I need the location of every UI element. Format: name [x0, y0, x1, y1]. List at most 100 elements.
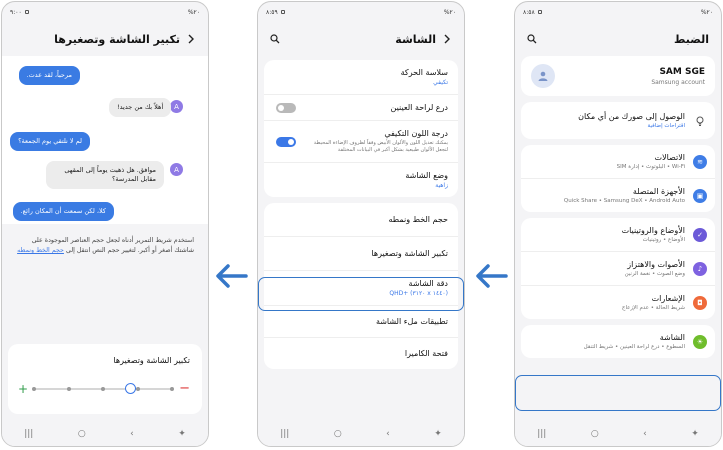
item-label: درع لراحة العينين — [390, 103, 448, 112]
zoom-out-icon[interactable]: − — [179, 382, 190, 396]
zoom-description: استخدم شريط التمرير أدناه لجعل حجم العنا… — [2, 224, 208, 256]
item-sub: الأوضاع • روتينيات — [642, 237, 685, 243]
eye-comfort-toggle[interactable] — [276, 102, 296, 113]
battery-icon — [24, 10, 29, 14]
screen-mode-item[interactable]: وضع الشاشة زاهية — [264, 163, 458, 197]
sound-icon: ♪ — [693, 261, 707, 276]
adaptive-color-toggle[interactable] — [276, 136, 296, 147]
back-icon[interactable]: ‹ — [643, 429, 647, 439]
screen-zoom-item[interactable]: تكبير الشاشة وتصغيرها — [264, 237, 458, 271]
slider-step-dot — [32, 387, 36, 391]
status-time: ٨:٥٩ — [266, 8, 278, 16]
home-icon[interactable]: ○ — [591, 429, 599, 439]
highlight-display-item — [515, 375, 721, 411]
suggestion-label: الوصول إلى صورك من أي مكان — [578, 112, 685, 121]
app-bar: تكبير الشاشة وتصغيرها — [2, 22, 208, 56]
profile-card[interactable]: SAM SGE Samsung account — [521, 56, 715, 96]
back-icon[interactable]: ‹ — [130, 429, 134, 439]
font-size-link[interactable]: حجم الخط ونمطه — [17, 247, 64, 254]
settings-item-sounds[interactable]: ♪ الأصوات والاهتزاز وضع الصوت • نغمة الر… — [521, 252, 715, 286]
avatar: A — [170, 100, 183, 113]
item-label: درجة اللون التكيفي — [384, 129, 448, 138]
item-label: تكبير الشاشة وتصغيرها — [371, 249, 448, 258]
avatar: A — [170, 163, 183, 176]
suggestion-sub: اقتراحات إضافية — [647, 123, 686, 129]
slider-step-dot — [101, 387, 105, 391]
app-bar: الشاشة — [258, 22, 464, 56]
eye-comfort-item[interactable]: درع لراحة العينين — [264, 95, 458, 121]
item-label: الإشعارات — [651, 294, 685, 303]
item-label: فتحة الكاميرا — [404, 349, 448, 358]
display-icon: ☀ — [693, 334, 707, 349]
app-bar: الضبط — [515, 22, 721, 56]
settings-item-modes[interactable]: ✓ الأوضاع والروتينيات الأوضاع • روتينيات — [521, 218, 715, 252]
accessibility-icon[interactable]: ✦ — [691, 429, 699, 439]
search-icon[interactable] — [527, 34, 537, 44]
settings-item-notifications[interactable]: ◘ الإشعارات شريط الحالة • عدم الإزعاج — [521, 286, 715, 319]
item-label: الأصوات والاهتزاز — [627, 260, 685, 269]
modes-icon: ✓ — [693, 227, 707, 242]
notification-icon: ◘ — [693, 295, 707, 310]
item-label: الأوضاع والروتينيات — [621, 226, 685, 235]
home-icon[interactable]: ○ — [78, 429, 86, 439]
slider-thumb[interactable] — [125, 383, 137, 394]
accessibility-icon[interactable]: ✦ — [434, 429, 442, 439]
chat-bubble-out: لم لا نلتقي يوم الجمعة؟ — [10, 132, 90, 151]
item-label: الاتصالات — [654, 153, 685, 162]
page-title: تكبير الشاشة وتصغيرها — [54, 32, 180, 46]
highlight-zoom-item — [258, 277, 464, 311]
back-arrow-icon[interactable] — [186, 34, 196, 44]
recents-icon[interactable]: ||| — [537, 429, 546, 439]
zoom-in-icon[interactable]: + — [18, 382, 28, 396]
lightbulb-icon — [693, 114, 707, 128]
motion-smoothness-item[interactable]: سلاسة الحركة تكيفي — [264, 60, 458, 95]
phone-settings-screen: ٨:٥٨ %٢٠ الضبط SAM SGE Samsung account ا… — [514, 1, 722, 447]
adaptive-color-item[interactable]: درجة اللون التكيفي يمكنك تعديل اللون وال… — [264, 121, 458, 163]
status-time: ٩:٠٠ — [10, 8, 22, 16]
settings-item-connected-devices[interactable]: ▣ الأجهزة المتصلة Quick Share • Samsung … — [521, 179, 715, 212]
avatar — [531, 64, 555, 88]
suggestion-card[interactable]: الوصول إلى صورك من أي مكان اقتراحات إضاف… — [521, 102, 715, 139]
settings-group-3: ☀ الشاشة السطوع • درع لراحة العينين • شر… — [521, 325, 715, 358]
chat-bubble-in: أهلاً بك من جديد! — [109, 98, 172, 117]
item-value: زاهية — [435, 182, 448, 189]
slider-track — [32, 383, 174, 394]
settings-item-connections[interactable]: ≋ الاتصالات Wi-Fi • البلوتوث • إدارة SIM — [521, 145, 715, 179]
chat-bubble-out: مرحباً، لقد عدت. — [18, 66, 80, 85]
recents-icon[interactable]: ||| — [280, 429, 289, 439]
search-icon[interactable] — [270, 34, 280, 44]
accessibility-icon[interactable]: ✦ — [178, 429, 186, 439]
battery-percent: %٢٠ — [443, 8, 456, 16]
slider-step-dot — [135, 387, 140, 391]
battery-percent: %٢٠ — [700, 8, 713, 16]
settings-item-display[interactable]: ☀ الشاشة السطوع • درع لراحة العينين • شر… — [521, 325, 715, 358]
item-label: حجم الخط ونمطه — [388, 215, 448, 224]
zoom-slider[interactable]: + − — [18, 382, 192, 397]
item-sub: شريط الحالة • عدم الإزعاج — [621, 305, 685, 311]
page-title: الشاشة — [395, 32, 436, 46]
page-title: الضبط — [673, 32, 709, 46]
font-size-item[interactable]: حجم الخط ونمطه — [264, 203, 458, 237]
phone-zoom-screen: ٩:٠٠ %٢٠ تكبير الشاشة وتصغيرها مرحباً، ل… — [1, 1, 209, 447]
item-description: يمكنك تعديل اللون والألوان الأبيض وفقاً … — [313, 140, 448, 153]
item-sub: Quick Share • Samsung DeX • Android Auto — [563, 198, 685, 204]
settings-group-1: ≋ الاتصالات Wi-Fi • البلوتوث • إدارة SIM… — [521, 145, 715, 212]
item-value: تكيفي — [433, 79, 448, 86]
status-time: ٨:٥٨ — [523, 8, 535, 16]
slider-step-dot — [170, 387, 174, 391]
profile-account: Samsung account — [651, 78, 705, 86]
item-sub: السطوع • درع لراحة العينين • شريط التنقل — [583, 344, 685, 350]
settings-group-2: ✓ الأوضاع والروتينيات الأوضاع • روتينيات… — [521, 218, 715, 319]
back-icon[interactable]: ‹ — [386, 429, 390, 439]
profile-name: SAM SGE — [659, 66, 705, 77]
home-icon[interactable]: ○ — [334, 429, 342, 439]
status-bar: ٨:٥٨ %٢٠ — [515, 2, 721, 22]
back-arrow-icon[interactable] — [442, 34, 452, 44]
display-settings-card: سلاسة الحركة تكيفي درع لراحة العينين درج… — [264, 60, 458, 197]
item-label: الأجهزة المتصلة — [632, 187, 685, 196]
left-arrow-icon — [476, 264, 508, 288]
recents-icon[interactable]: ||| — [24, 429, 33, 439]
camera-cutout-item[interactable]: فتحة الكاميرا — [264, 338, 458, 369]
slider-step-dot — [66, 387, 71, 391]
zoom-card: تكبير الشاشة وتصغيرها + − — [8, 344, 202, 414]
